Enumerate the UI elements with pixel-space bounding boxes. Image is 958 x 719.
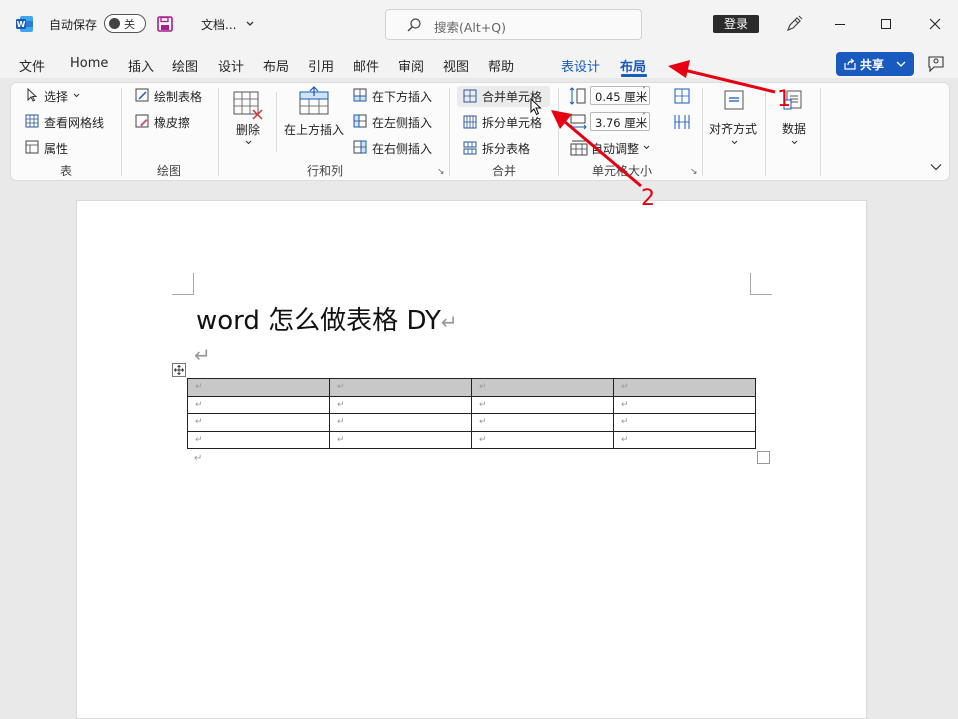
annotation-arrow-1 bbox=[683, 68, 776, 94]
annotation-arrows bbox=[551, 60, 776, 188]
annotation-arrowhead-1 bbox=[668, 60, 690, 78]
annotation-number-2: 2 bbox=[641, 186, 655, 211]
annotation-arrow-2 bbox=[564, 120, 642, 188]
annotation-number-1: 1 bbox=[777, 87, 791, 112]
